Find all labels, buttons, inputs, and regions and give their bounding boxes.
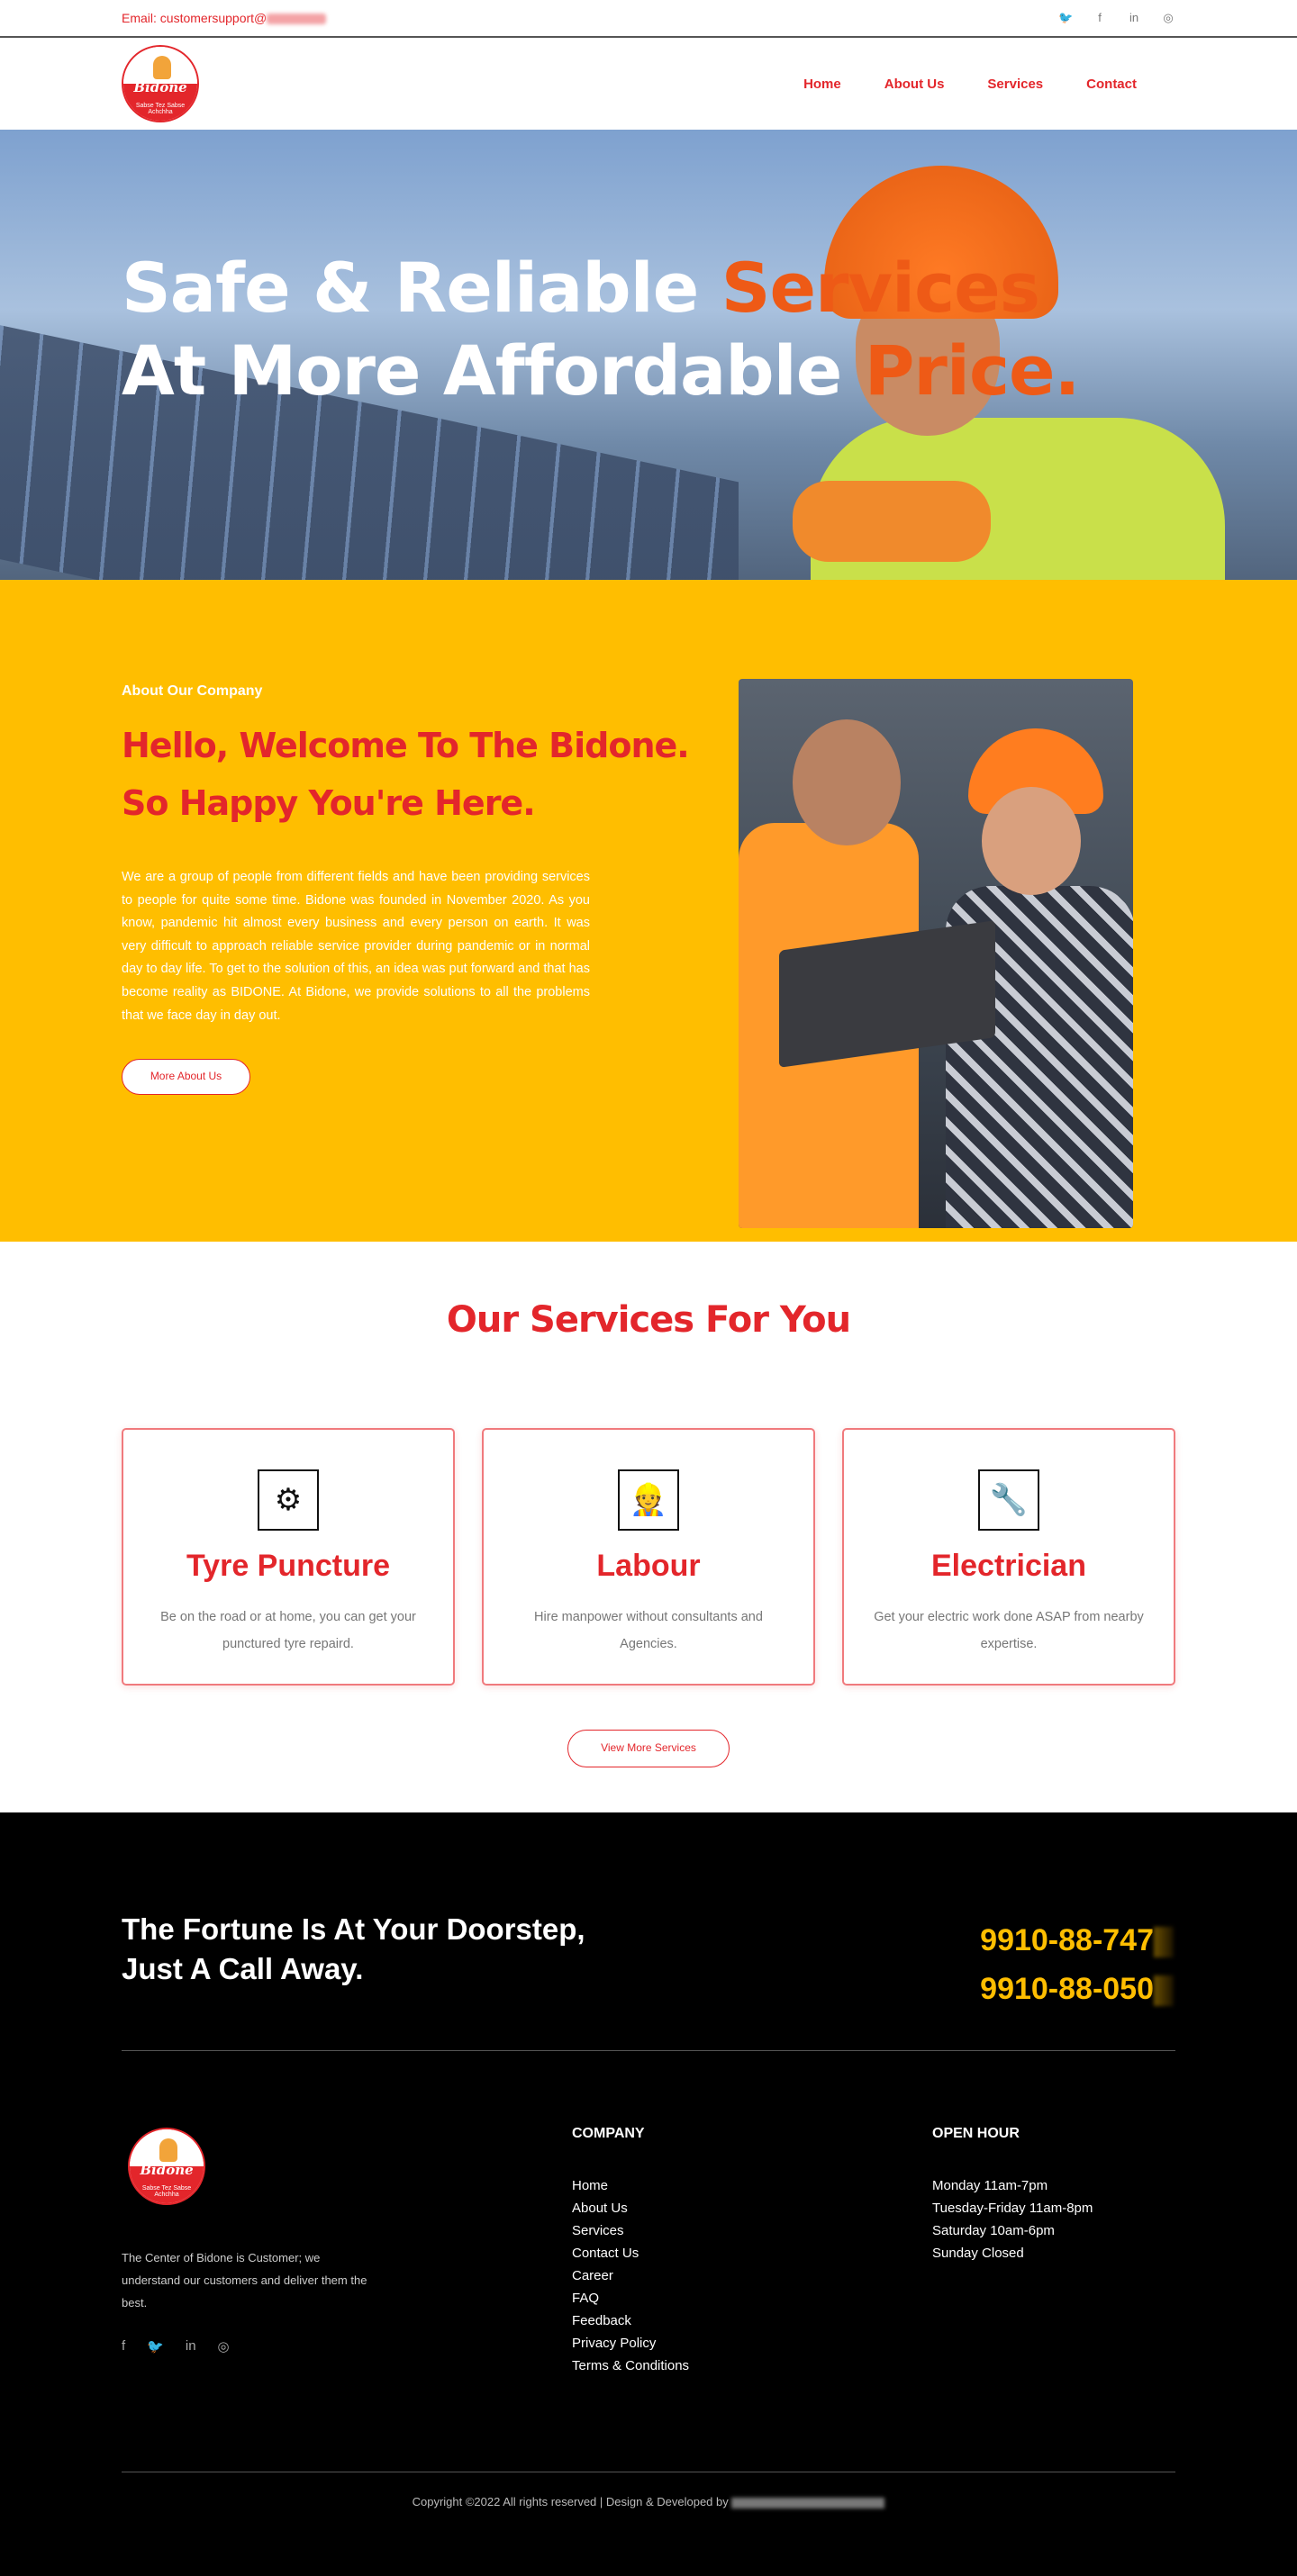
about-title: Hello, Welcome To The Bidone. So Happy Y…	[122, 717, 690, 832]
footer-divider	[122, 2050, 1175, 2051]
more-about-us-button[interactable]: More About Us	[122, 1059, 250, 1095]
footer-link-terms[interactable]: Terms & Conditions	[572, 2355, 689, 2377]
site-logo[interactable]: Bidone Sabse Tez Sabse Achchha	[122, 45, 199, 122]
cta-line1: The Fortune Is At Your Doorstep,	[122, 1912, 585, 1946]
footer-link-home[interactable]: Home	[572, 2174, 689, 2197]
about-title-line1: Hello, Welcome To The Bidone.	[122, 726, 690, 765]
facebook-icon[interactable]: f	[122, 2338, 125, 2355]
view-more-services-button[interactable]: View More Services	[567, 1730, 730, 1767]
email-contact[interactable]: Email: customersupport@	[122, 11, 327, 25]
hero-line2: At More Affordable	[122, 330, 865, 411]
hero-line1-highlight: Services	[721, 248, 1040, 328]
topbar-socials: 🐦 f in ◎	[1058, 11, 1175, 25]
service-card-desc: Hire manpower without consultants and Ag…	[534, 1610, 763, 1651]
service-card-title: Tyre Puncture	[186, 1549, 391, 1583]
copyright-text: Copyright ©2022 All rights reserved | De…	[412, 2495, 732, 2508]
facebook-icon[interactable]: f	[1093, 11, 1107, 25]
service-card-desc: Get your electric work done ASAP from ne…	[874, 1610, 1144, 1651]
footer-logo[interactable]: Bidone Sabse Tez Sabse Achchha	[128, 2128, 205, 2205]
phone-2[interactable]: 9910-88-050	[980, 1965, 1174, 2013]
twitter-icon[interactable]: 🐦	[1058, 11, 1073, 25]
footer-description: The Center of Bidone is Customer; we und…	[122, 2251, 367, 2309]
footer-link-career[interactable]: Career	[572, 2264, 689, 2287]
worker-glove-image	[793, 481, 991, 562]
footer-link-about-us[interactable]: About Us	[572, 2197, 689, 2219]
mascot-icon	[159, 2138, 177, 2162]
footer-link-privacy-policy[interactable]: Privacy Policy	[572, 2332, 689, 2355]
copyright: Copyright ©2022 All rights reserved | De…	[0, 2495, 1297, 2508]
nav-about-us[interactable]: About Us	[884, 77, 945, 92]
hours-item: Tuesday-Friday 11am-8pm	[932, 2201, 1093, 2216]
phone-numbers: 9910-88-747 9910-88-050	[980, 1916, 1174, 2013]
company-heading: COMPANY	[572, 2126, 645, 2141]
nav-home[interactable]: Home	[803, 77, 841, 92]
cta-line2: Just A Call Away.	[122, 1952, 364, 1985]
footer-logo-wrap: Bidone Sabse Tez Sabse Achchha	[128, 2128, 205, 2205]
phone-1[interactable]: 9910-88-747	[980, 1916, 1174, 1965]
hours-heading: OPEN HOUR	[932, 2126, 1020, 2141]
linkedin-icon[interactable]: in	[186, 2338, 196, 2355]
service-card-desc: Be on the road or at home, you can get y…	[160, 1610, 416, 1651]
about-body: We are a group of people from different …	[122, 870, 590, 1023]
twitter-icon[interactable]: 🐦	[147, 2338, 164, 2355]
site-header: Bidone Sabse Tez Sabse Achchha Home Abou…	[0, 38, 1297, 130]
service-card-electrician[interactable]: 🔧 Electrician Get your electric work don…	[842, 1428, 1175, 1686]
instagram-icon[interactable]: ◎	[218, 2338, 230, 2355]
site-footer: The Fortune Is At Your Doorstep, Just A …	[0, 1812, 1297, 2576]
footer-link-faq[interactable]: FAQ	[572, 2287, 689, 2309]
workers-photo	[739, 679, 1133, 1228]
footer-link-contact-us[interactable]: Contact Us	[572, 2242, 689, 2264]
logo-name: Bidone	[140, 2162, 194, 2178]
service-card-title: Labour	[596, 1549, 701, 1583]
developer-link-redacted[interactable]	[731, 2497, 885, 2508]
footer-company-column: COMPANY Home About Us Services Contact U…	[572, 2126, 689, 2377]
logo-tagline: Sabse Tez Sabse Achchha	[141, 2185, 192, 2198]
mascot-icon	[153, 56, 171, 79]
about-section: About Our Company Hello, Welcome To The …	[0, 580, 1297, 1242]
service-card-title: Electrician	[931, 1549, 1086, 1583]
about-eyebrow: About Our Company	[122, 683, 263, 699]
main-nav: Home About Us Services Contact	[803, 77, 1137, 92]
labour-icon: 👷	[618, 1469, 679, 1531]
phone-1-text: 9910-88-747	[980, 1923, 1154, 1957]
instagram-icon[interactable]: ◎	[1161, 11, 1175, 25]
footer-socials: f 🐦 in ◎	[122, 2338, 230, 2355]
tyre-icon: ⚙	[258, 1469, 319, 1531]
services-title: Our Services For You	[446, 1299, 851, 1341]
footer-hours-column: OPEN HOUR Monday 11am-7pm Tuesday-Friday…	[932, 2126, 1093, 2264]
logo-name: Bidone	[133, 79, 187, 95]
service-card-labour[interactable]: 👷 Labour Hire manpower without consultan…	[482, 1428, 815, 1686]
services-section: Our Services For You ⚙ Tyre Puncture Be …	[0, 1242, 1297, 1812]
hours-item: Sunday Closed	[932, 2246, 1024, 2261]
hours-item: Monday 11am-7pm	[932, 2178, 1048, 2193]
footer-link-services[interactable]: Services	[572, 2219, 689, 2242]
phone-2-text: 9910-88-050	[980, 1972, 1154, 2006]
footer-link-feedback[interactable]: Feedback	[572, 2309, 689, 2332]
topbar: Email: customersupport@ 🐦 f in ◎	[0, 0, 1297, 38]
email-label: Email: customersupport@	[122, 11, 268, 25]
footer-cta: The Fortune Is At Your Doorstep, Just A …	[122, 1910, 585, 1989]
hero-line1: Safe & Reliable	[122, 248, 721, 328]
nav-services[interactable]: Services	[987, 77, 1043, 92]
about-title-line2: So Happy You're Here.	[122, 783, 536, 823]
hero-banner: Safe & Reliable Services At More Afforda…	[0, 130, 1297, 580]
logo-tagline: Sabse Tez Sabse Achchha	[135, 103, 186, 115]
linkedin-icon[interactable]: in	[1127, 11, 1141, 25]
nav-contact[interactable]: Contact	[1086, 77, 1137, 92]
hero-headline: Safe & Reliable Services At More Afforda…	[122, 247, 1081, 412]
hours-item: Saturday 10am-6pm	[932, 2223, 1055, 2238]
email-domain-redacted	[267, 14, 327, 25]
hero-line2-highlight: Price.	[864, 330, 1081, 411]
service-card-tyre-puncture[interactable]: ⚙ Tyre Puncture Be on the road or at hom…	[122, 1428, 455, 1686]
electrician-icon: 🔧	[978, 1469, 1039, 1531]
